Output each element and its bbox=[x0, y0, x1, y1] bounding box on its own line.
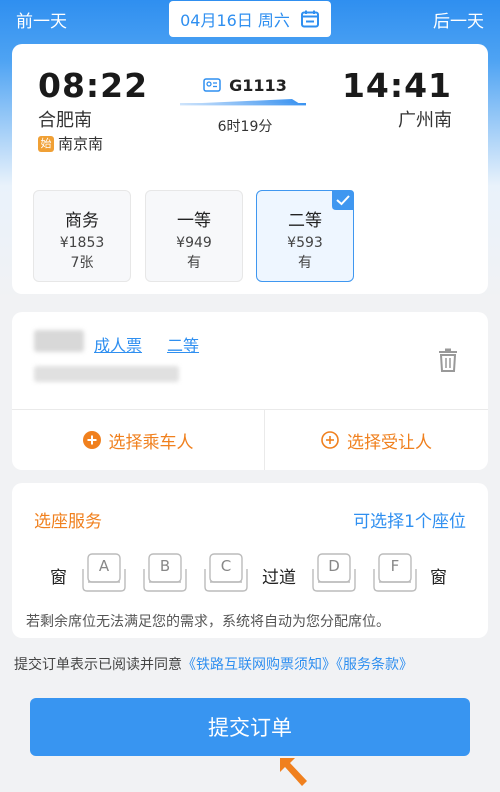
trip-duration: 6时19分 bbox=[217, 119, 273, 135]
ticket-class-link[interactable]: 二等 bbox=[167, 332, 199, 356]
route-arrow-icon bbox=[180, 99, 306, 106]
seat-class-business[interactable]: 商务 ¥1853 7张 bbox=[33, 190, 131, 282]
seat-letter: C bbox=[220, 557, 232, 575]
date-label: 04月16日 周六 bbox=[180, 11, 290, 30]
agreement-prefix: 提交订单表示已阅读并同意 bbox=[14, 657, 182, 673]
train-route-info[interactable]: G1113 6时19分 bbox=[180, 74, 310, 144]
departure-time: 08:22 bbox=[38, 66, 149, 105]
select-beneficiary-label: 选择受让人 bbox=[347, 432, 432, 453]
prev-day-button[interactable]: 前一天 bbox=[16, 7, 67, 32]
calendar-icon bbox=[300, 10, 319, 28]
passenger-name-redacted bbox=[34, 330, 84, 352]
seat-d[interactable]: D bbox=[312, 553, 356, 593]
plus-circle-icon bbox=[82, 431, 101, 449]
origin-station: 始 南京南 bbox=[38, 133, 103, 154]
arrival-time: 14:41 bbox=[341, 66, 452, 105]
origin-badge: 始 bbox=[38, 135, 54, 152]
seat-class-price: ¥1853 bbox=[59, 235, 105, 251]
aisle-label: 过道 bbox=[262, 568, 296, 588]
service-terms-link[interactable]: 《服务条款》 bbox=[336, 657, 413, 673]
date-selector[interactable]: 04月16日 周六 bbox=[169, 1, 331, 37]
ticket-type-link[interactable]: 成人票 bbox=[94, 332, 142, 356]
seat-class-price: ¥949 bbox=[176, 235, 212, 251]
origin-station-label: 南京南 bbox=[58, 135, 104, 153]
seat-selection-card: 选座服务 可选择1个座位 窗 A B C 过道 D F 窗 若剩余席位无法满足您… bbox=[12, 483, 488, 638]
date-navigation-bar: 前一天 04月16日 周六 后一天 bbox=[0, 0, 500, 38]
seat-class-availability: 有 bbox=[187, 255, 201, 271]
seat-letter: A bbox=[98, 557, 110, 575]
trash-icon[interactable] bbox=[438, 348, 458, 372]
passenger-card: 成人票 二等 选择乘车人 选择受让人 bbox=[12, 312, 488, 470]
plus-circle-outline-icon bbox=[321, 431, 339, 449]
select-passenger-label: 选择乘车人 bbox=[108, 432, 194, 453]
passenger-id-redacted bbox=[34, 366, 179, 382]
submit-order-label: 提交订单 bbox=[208, 716, 292, 740]
arrival-station: 广州南 bbox=[398, 110, 452, 131]
window-label-left: 窗 bbox=[50, 568, 67, 588]
seat-class-availability: 有 bbox=[298, 255, 312, 271]
seat-quota-text: 可选择1个座位 bbox=[353, 512, 466, 532]
seat-class-availability: 7张 bbox=[70, 255, 94, 271]
seat-b[interactable]: B bbox=[143, 553, 187, 593]
seat-letter: B bbox=[159, 557, 171, 575]
seat-a[interactable]: A bbox=[82, 553, 126, 593]
submit-order-button[interactable]: 提交订单 bbox=[30, 698, 470, 756]
seat-class-price: ¥593 bbox=[287, 235, 323, 251]
select-beneficiary-button[interactable]: 选择受让人 bbox=[265, 410, 488, 470]
train-number: G1113 bbox=[229, 75, 287, 95]
seat-f[interactable]: F bbox=[373, 553, 417, 593]
select-passenger-button[interactable]: 选择乘车人 bbox=[12, 410, 264, 470]
seat-letter: D bbox=[328, 557, 340, 575]
departure-station: 合肥南 bbox=[38, 110, 92, 131]
seat-class-second[interactable]: 二等 ¥593 有 bbox=[256, 190, 354, 282]
seat-class-first[interactable]: 一等 ¥949 有 bbox=[145, 190, 243, 282]
seat-allocation-note: 若剩余席位无法满足您的需求，系统将自动为您分配席位。 bbox=[26, 614, 390, 630]
check-icon bbox=[332, 190, 354, 210]
seat-letter: F bbox=[390, 557, 400, 575]
next-day-button[interactable]: 后一天 bbox=[433, 7, 484, 32]
seat-map-row: 窗 A B C 过道 D F 窗 bbox=[12, 553, 488, 597]
window-label-right: 窗 bbox=[430, 568, 447, 588]
train-info-card: 08:22 合肥南 始 南京南 G1113 6时19分 14:41 广州南 商务… bbox=[12, 44, 488, 294]
ticket-rules-link[interactable]: 《铁路互联网购票须知》 bbox=[182, 657, 336, 673]
seat-c[interactable]: C bbox=[204, 553, 248, 593]
seat-service-title: 选座服务 bbox=[34, 512, 102, 532]
agreement-text: 提交订单表示已阅读并同意《铁路互联网购票须知》《服务条款》 bbox=[14, 654, 413, 674]
seat-class-name: 商务 bbox=[65, 211, 99, 231]
seat-class-name: 一等 bbox=[177, 211, 211, 231]
id-card-icon bbox=[203, 78, 221, 92]
pointer-arrow-icon bbox=[280, 758, 307, 786]
